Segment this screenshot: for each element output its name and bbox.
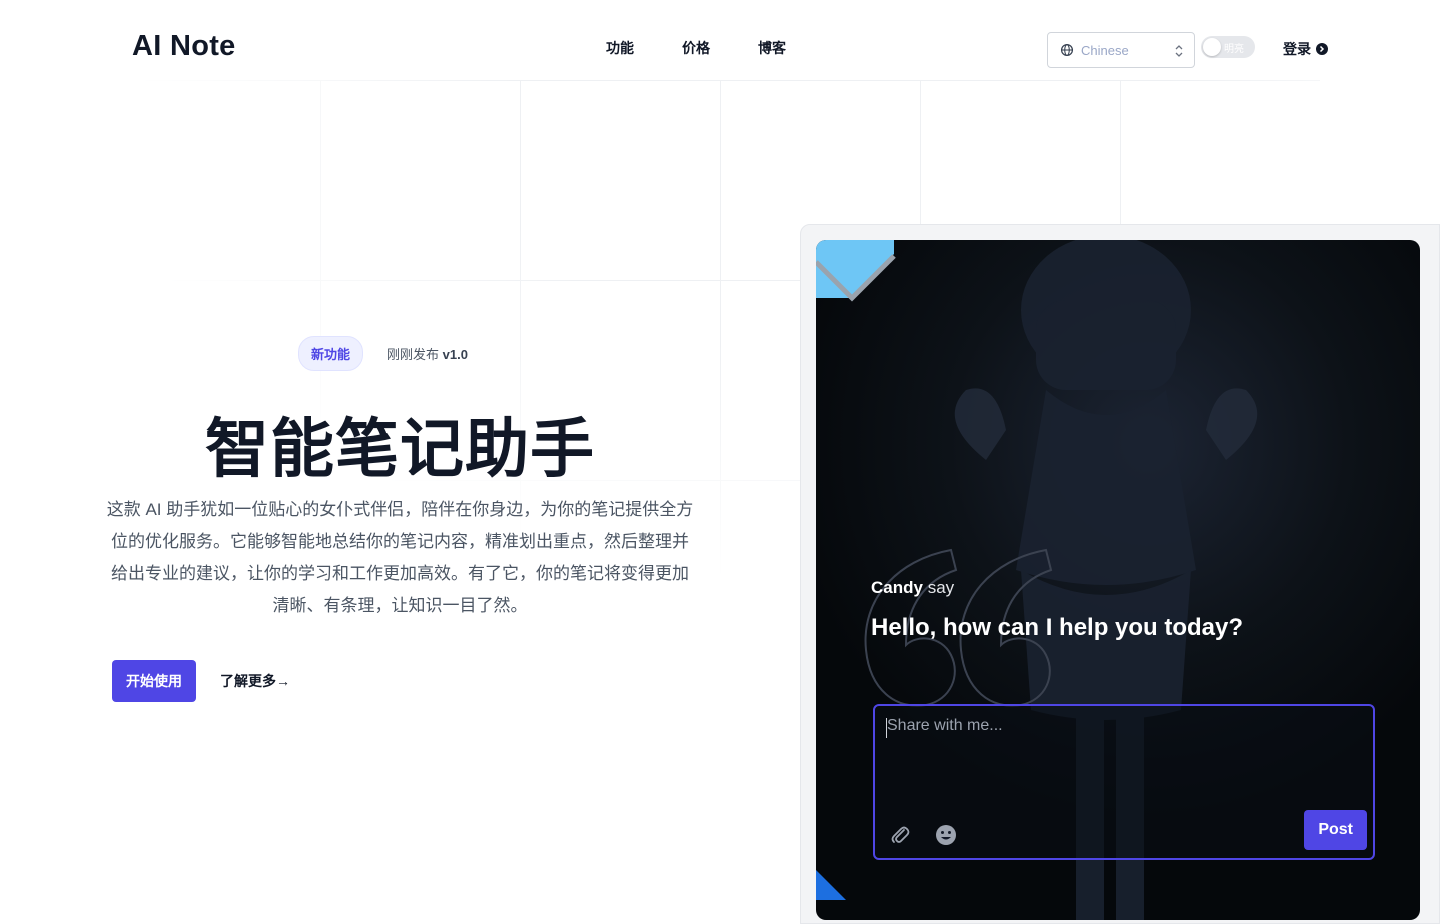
release-info: 刚刚发布 v1.0 — [387, 344, 468, 363]
arrow-right-circle-icon — [1316, 43, 1328, 55]
speaker-line: Candy say — [871, 578, 954, 598]
hero-title: 智能笔记助手 — [205, 413, 595, 485]
speaker-name: Candy — [871, 578, 923, 597]
toggle-knob — [1203, 38, 1221, 56]
language-select[interactable]: Chinese — [1047, 32, 1195, 68]
speaker-suffix: say — [927, 578, 955, 597]
greeting-text: Hello, how can I help you today? — [871, 614, 1244, 641]
learn-more-link[interactable]: 了解更多→ — [220, 671, 290, 691]
smile-icon[interactable] — [935, 824, 957, 846]
nav-item-features[interactable]: 功能 — [606, 38, 634, 58]
compose-placeholder: Share with me... — [887, 717, 1003, 734]
paperclip-icon[interactable] — [889, 824, 911, 846]
language-select-value: Chinese — [1081, 43, 1129, 58]
new-feature-badge[interactable]: 新功能 — [298, 336, 364, 371]
release-text: 刚刚发布 — [387, 347, 440, 362]
login-label: 登录 — [1283, 41, 1311, 57]
chat-card: Candy say Hello, how can I help you toda… — [816, 240, 1420, 920]
hero-description: 这款 AI 助手犹如一位贴心的女仆式伴侣，陪伴在你身边，为你的笔记提供全方位的优… — [106, 500, 694, 615]
theme-toggle-label: 明亮 — [1224, 44, 1244, 55]
corner-decoration-bottom — [816, 870, 846, 900]
globe-icon — [1060, 43, 1074, 57]
release-row: 新功能 刚刚发布 v1.0 — [298, 336, 468, 371]
release-version: v1.0 — [442, 347, 468, 362]
nav-item-pricing[interactable]: 价格 — [682, 38, 710, 58]
logo[interactable]: AI Note — [132, 30, 236, 63]
theme-toggle[interactable]: 明亮 — [1201, 36, 1255, 58]
corner-decoration — [816, 240, 896, 302]
site-header: AI Note 功能 价格 博客 Chinese 明亮 登录 — [0, 0, 1440, 96]
main-nav: 功能 价格 博客 — [606, 38, 786, 58]
login-link[interactable]: 登录 — [1283, 39, 1328, 59]
chevron-updown-icon — [1175, 45, 1183, 57]
nav-item-blog[interactable]: 博客 — [758, 38, 786, 58]
get-started-button[interactable]: 开始使用 — [112, 660, 196, 702]
compose-box[interactable]: Share with me... Post — [873, 704, 1375, 860]
cta-group: 开始使用 了解更多→ — [112, 660, 290, 702]
post-button[interactable]: Post — [1304, 810, 1367, 850]
